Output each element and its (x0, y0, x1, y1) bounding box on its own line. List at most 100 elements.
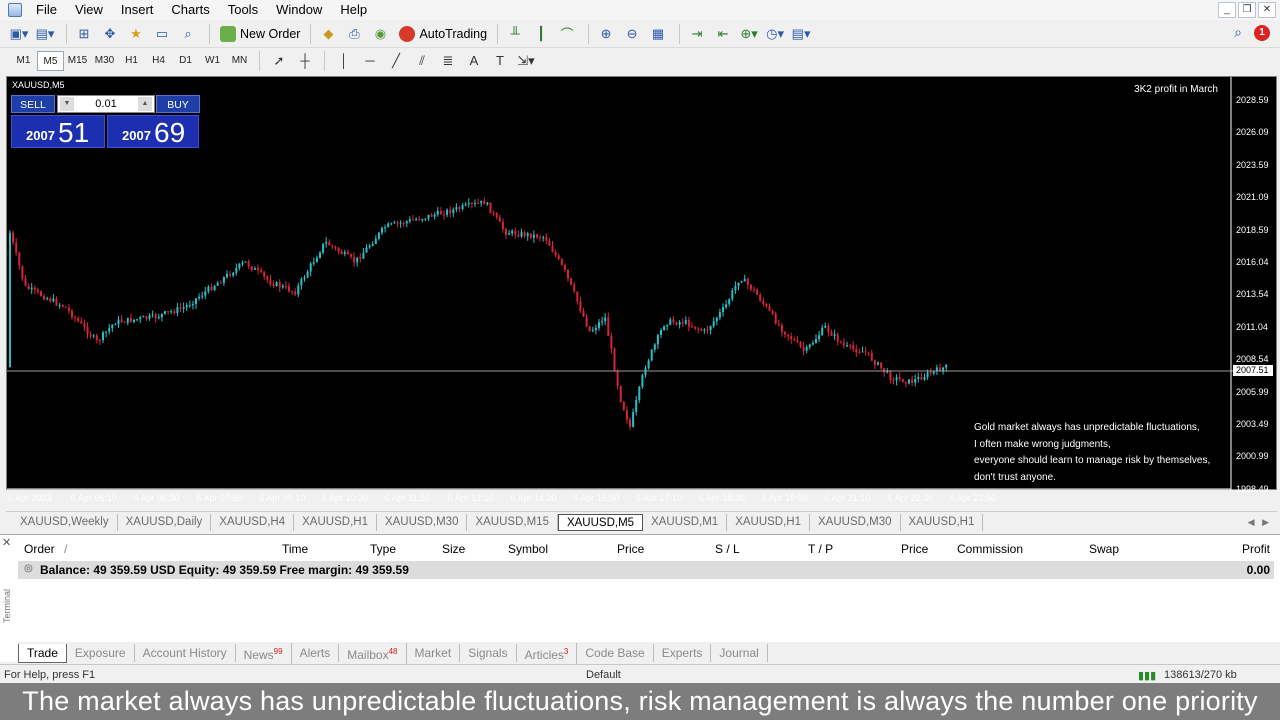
chart-tab[interactable]: XAUUSD,Weekly (12, 513, 118, 531)
timeframe-m30[interactable]: M30 (91, 51, 118, 71)
zoom-out-icon[interactable]: ⊖ (621, 23, 643, 45)
terminal-icon[interactable]: ▭ (151, 23, 173, 45)
col-profit[interactable]: Profit (1242, 542, 1270, 556)
text-label-icon[interactable]: T (487, 51, 513, 71)
navigator-icon[interactable]: ★ (125, 23, 147, 45)
col-time[interactable]: Time (282, 542, 308, 556)
chart-tab[interactable]: XAUUSD,H4 (211, 513, 295, 531)
timeframe-m15[interactable]: M15 (64, 51, 91, 71)
terminal-tab-news[interactable]: News99 (236, 642, 292, 664)
chart-tab[interactable]: XAUUSD,M30 (810, 513, 901, 531)
zoom-in-icon[interactable]: ⊕ (595, 23, 617, 45)
col-size[interactable]: Size (442, 542, 465, 556)
tile-windows-icon[interactable]: ▦ (647, 23, 669, 45)
timeframe-mn[interactable]: MN (226, 51, 253, 71)
terminal-tab-alerts[interactable]: Alerts (292, 644, 340, 662)
vertical-line-icon[interactable]: │ (331, 51, 357, 71)
terminal-close-icon[interactable]: ✕ (2, 536, 16, 549)
menu-window[interactable]: Window (268, 0, 332, 20)
chart-tab[interactable]: XAUUSD,M30 (377, 513, 468, 531)
chart-tab[interactable]: XAUUSD,M15 (467, 513, 558, 531)
one-click-trading-panel: SELL ▼ 0.01 ▲ BUY 2007 51 2007 69 (11, 95, 200, 149)
data-window-icon[interactable]: ✥ (99, 23, 121, 45)
timeframe-h4[interactable]: H4 (145, 51, 172, 71)
buy-price-box[interactable]: 2007 69 (107, 115, 199, 148)
menu-help[interactable]: Help (332, 0, 377, 20)
col-symbol[interactable]: Symbol (508, 542, 548, 556)
line-chart-icon[interactable]: ⌒ (556, 23, 578, 45)
menu-charts[interactable]: Charts (163, 0, 219, 20)
fibonacci-icon[interactable]: ≣ (435, 51, 461, 71)
metaeditor-icon[interactable]: ◆ (317, 23, 339, 45)
search-icon[interactable]: ⌕ (1234, 24, 1242, 41)
tester-icon[interactable]: ⌕ (177, 23, 199, 45)
terminal-tab-code-base[interactable]: Code Base (577, 644, 654, 662)
chart-shift-icon[interactable]: ⇤ (712, 23, 734, 45)
terminal-tab-journal[interactable]: Journal (711, 644, 768, 662)
market-watch-icon[interactable]: ⊞ (73, 23, 95, 45)
terminal-tab-signals[interactable]: Signals (460, 644, 517, 662)
timeframe-m5[interactable]: M5 (37, 51, 64, 71)
col-price-current[interactable]: Price (901, 542, 928, 556)
terminal-tab-trade[interactable]: Trade (18, 643, 67, 663)
crosshair-icon[interactable]: ┼ (292, 51, 318, 71)
text-tool-icon[interactable]: A (461, 51, 487, 71)
print-icon[interactable]: ⎙ (343, 23, 365, 45)
timeframe-d1[interactable]: D1 (172, 51, 199, 71)
notification-badge[interactable]: 1 (1254, 24, 1270, 41)
sell-button[interactable]: SELL (11, 95, 55, 113)
new-order-button[interactable]: New Order (216, 23, 304, 45)
autotrading-button[interactable]: AutoTrading (395, 23, 491, 45)
arrows-icon[interactable]: ⇲▾ (513, 51, 539, 71)
col-swap[interactable]: Swap (1089, 542, 1119, 556)
terminal-tab-mailbox[interactable]: Mailbox48 (339, 642, 407, 664)
sell-price-box[interactable]: 2007 51 (11, 115, 105, 148)
autoscroll-icon[interactable]: ⇥ (686, 23, 708, 45)
menu-tools[interactable]: Tools (220, 0, 268, 20)
channel-icon[interactable]: ⫽ (409, 51, 435, 71)
col-order[interactable]: Order (24, 542, 55, 556)
col-price[interactable]: Price (617, 542, 644, 556)
timeframe-h1[interactable]: H1 (118, 51, 145, 71)
new-chart-icon[interactable]: ▣▾ (8, 23, 30, 45)
timeframe-w1[interactable]: W1 (199, 51, 226, 71)
lot-size-input[interactable]: ▼ 0.01 ▲ (57, 95, 155, 113)
menu-file[interactable]: File (28, 0, 67, 20)
col-sl[interactable]: S / L (715, 542, 740, 556)
terminal-tab-market[interactable]: Market (407, 644, 461, 662)
tab-scroll-arrows[interactable]: ◀ ▶ (1248, 517, 1269, 528)
chart-tab-active[interactable]: XAUUSD,M5 (557, 513, 644, 531)
chart-tab[interactable]: XAUUSD,H1 (294, 513, 377, 531)
chart-tab[interactable]: XAUUSD,Daily (118, 513, 212, 531)
terminal-tab-account-history[interactable]: Account History (135, 644, 236, 662)
terminal-tab-experts[interactable]: Experts (654, 644, 712, 662)
cursor-icon[interactable]: ➚ (266, 51, 292, 71)
candlestick-chart-icon[interactable]: ┃ (530, 23, 552, 45)
templates-icon[interactable]: ▤▾ (790, 23, 812, 45)
bar-chart-icon[interactable]: ╨ (504, 23, 526, 45)
chart-tab[interactable]: XAUUSD,H1 (901, 513, 984, 531)
lot-up-icon[interactable]: ▲ (138, 97, 152, 111)
trendline-icon[interactable]: ╱ (383, 51, 409, 71)
balance-row[interactable]: ◎ Balance: 49 359.59 USD Equity: 49 359.… (18, 561, 1274, 579)
terminal-tab-articles[interactable]: Articles3 (517, 642, 578, 664)
restore-button[interactable]: ❐ (1238, 2, 1256, 18)
chart-tab[interactable]: XAUUSD,M1 (643, 513, 728, 531)
buy-button[interactable]: BUY (156, 95, 200, 113)
indicators-icon[interactable]: ⊕▾ (738, 23, 760, 45)
col-type[interactable]: Type (370, 542, 396, 556)
col-tp[interactable]: T / P (808, 542, 833, 556)
terminal-tab-exposure[interactable]: Exposure (67, 644, 135, 662)
chart-tab[interactable]: XAUUSD,H1 (727, 513, 811, 531)
periods-icon[interactable]: ◷▾ (764, 23, 786, 45)
horizontal-line-icon[interactable]: ─ (357, 51, 383, 71)
timeframe-m1[interactable]: M1 (10, 51, 37, 71)
minimize-button[interactable]: _ (1218, 2, 1236, 18)
close-button[interactable]: ✕ (1258, 2, 1276, 18)
profiles-icon[interactable]: ▤▾ (34, 23, 56, 45)
col-commission[interactable]: Commission (957, 542, 1023, 556)
menu-insert[interactable]: Insert (113, 0, 164, 20)
signals-icon[interactable]: ◉ (369, 23, 391, 45)
lot-down-icon[interactable]: ▼ (60, 97, 74, 111)
menu-view[interactable]: View (67, 0, 113, 20)
